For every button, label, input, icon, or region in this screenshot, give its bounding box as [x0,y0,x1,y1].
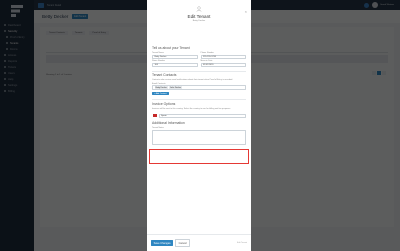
phone-input[interactable]: 555-555-1234 [200,54,246,59]
user-icon [196,6,202,12]
modal-header: × Edit Tenant Betty Decker [147,6,251,46]
contact-tag[interactable]: John Decker [168,86,183,89]
move-in-input[interactable]: 01/01/2020 [200,62,246,68]
modal-subtitle: Betty Decker [192,20,206,22]
highlight-box [149,149,249,164]
save-changes-button[interactable]: Save Changes [151,240,174,246]
invoice-section-title: Invoice Options [152,101,176,106]
add-contact-button[interactable]: + Add Contact [152,91,169,96]
contacts-hint: Contacts who receive email notifications… [152,78,233,81]
country-row: Spain [153,113,246,119]
contacts-input[interactable]: Betty Decker John Decker [152,85,246,90]
cancel-button[interactable]: Cancel [175,239,191,247]
modal-body: Tell us about your Tenant Tenant Name Be… [147,46,251,145]
about-section-title: Tell us about your Tenant [152,46,190,50]
tenant-name-label: Tenant Name [152,52,164,54]
notes-textarea[interactable] [152,129,246,145]
country-input[interactable]: Spain [158,113,246,119]
room-label: Room Number [152,60,166,63]
flag-icon [153,114,157,118]
modal-title: Edit Tenant [187,14,211,19]
notes-label: Tenant Notes [152,127,164,130]
invoice-hint: Invoices will be sent to this country. S… [152,107,231,110]
room-input[interactable]: 104 [152,62,198,68]
footer-note: Edit Tenant [237,242,247,244]
modal-footer: Save Changes Cancel Edit Tenant [147,234,251,251]
edit-tenant-modal: × Edit Tenant Betty Decker Tell us about… [147,0,251,251]
phone-label: Phone Number [200,52,214,54]
close-icon[interactable]: × [245,9,247,14]
additional-section-title: Additional Information [152,121,185,126]
contact-tag[interactable]: Betty Decker [154,86,168,89]
tenant-name-input[interactable]: Betty Decker [152,54,198,59]
move-in-label: Move-in Date [200,60,213,63]
contacts-section-title: Tenant Contacts [152,72,177,77]
